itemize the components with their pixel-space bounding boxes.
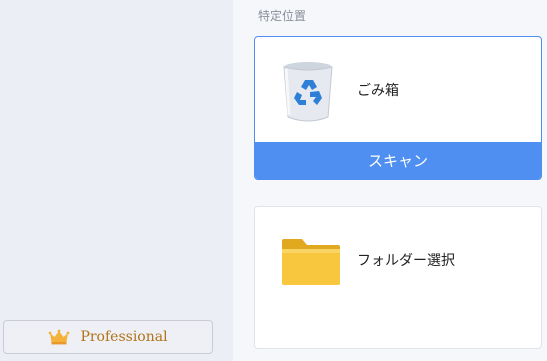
recycle-bin-icon bbox=[280, 59, 336, 127]
recycle-bin-label: ごみ箱 bbox=[357, 83, 399, 99]
main-panel: 特定位置 ごみ箱 スキャン フォルダー選択 bbox=[233, 0, 547, 361]
professional-label: Professional bbox=[80, 329, 168, 345]
crown-icon bbox=[48, 329, 70, 345]
section-title: 特定位置 bbox=[258, 9, 307, 23]
select-folder-card[interactable]: フォルダー選択 bbox=[254, 206, 542, 349]
scan-button[interactable]: スキャン bbox=[255, 142, 541, 179]
recycle-bin-card-body[interactable]: ごみ箱 bbox=[255, 37, 541, 144]
sidebar: Professional bbox=[0, 0, 233, 361]
select-folder-label: フォルダー選択 bbox=[357, 253, 455, 269]
select-folder-card-body[interactable]: フォルダー選択 bbox=[255, 207, 541, 348]
folder-icon bbox=[280, 237, 342, 291]
recycle-bin-card[interactable]: ごみ箱 スキャン bbox=[254, 36, 542, 180]
professional-button[interactable]: Professional bbox=[3, 320, 213, 354]
